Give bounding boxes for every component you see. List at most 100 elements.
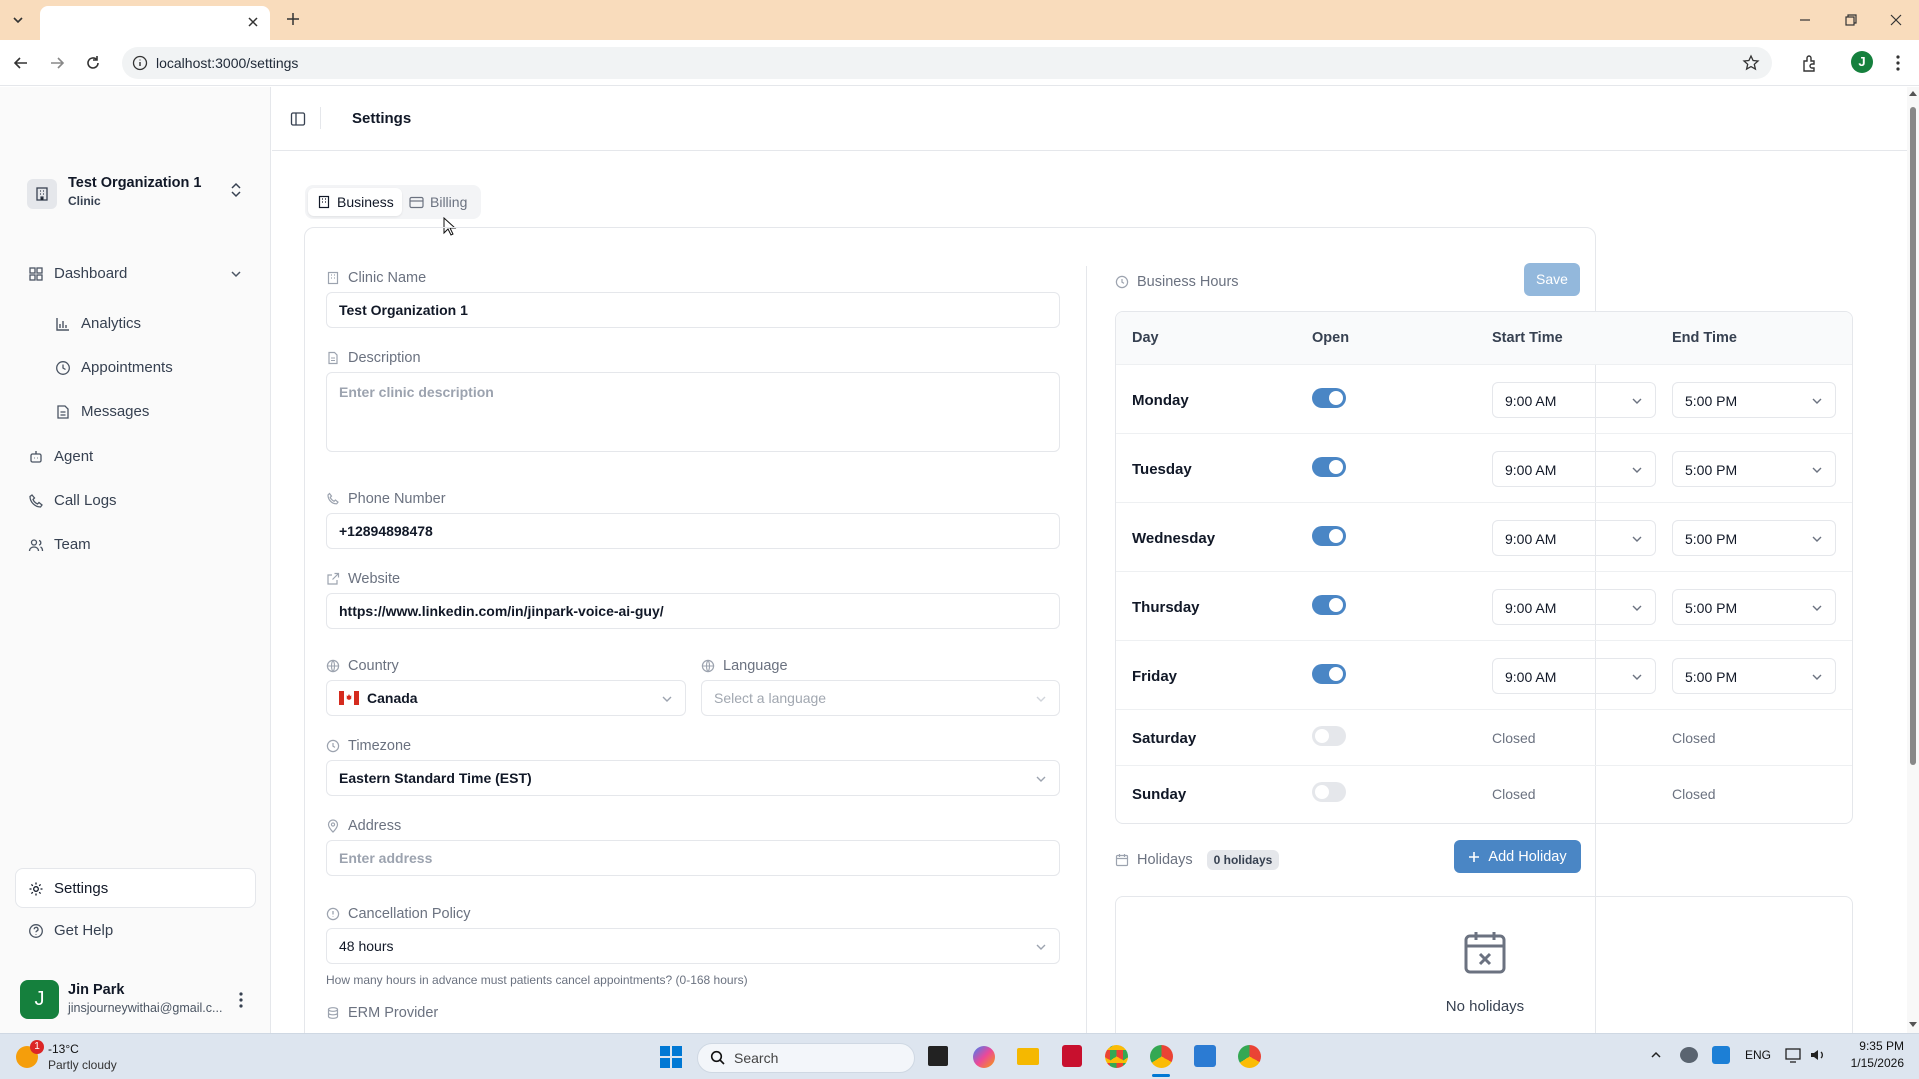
volume-icon[interactable] <box>1809 1047 1827 1063</box>
browser-menu-icon[interactable] <box>1888 53 1908 73</box>
sync-icon[interactable] <box>1712 1046 1730 1064</box>
timezone-select[interactable]: Eastern Standard Time (EST) <box>326 760 1060 796</box>
org-switcher[interactable]: Test Organization 1 Clinic <box>27 175 247 215</box>
tab-billing[interactable]: Billing <box>409 188 477 216</box>
start-time-select[interactable]: 9:00 AM <box>1492 451 1656 487</box>
nav-analytics[interactable]: Analytics <box>55 315 141 332</box>
start-time-select[interactable]: 9:00 AM <box>1492 520 1656 556</box>
end-time-select[interactable]: 5:00 PM <box>1672 451 1836 487</box>
end-time-select[interactable]: 5:00 PM <box>1672 589 1836 625</box>
business-settings-card: Clinic Name Test Organization 1 Descript… <box>304 227 1853 1047</box>
copilot-icon[interactable] <box>973 1046 995 1068</box>
open-toggle[interactable] <box>1312 595 1346 615</box>
restore-icon[interactable] <box>1843 12 1859 28</box>
website-input[interactable]: https://www.linkedin.com/in/jinpark-voic… <box>326 593 1060 629</box>
clock-time[interactable]: 9:35 PM <box>1842 1039 1904 1053</box>
chrome-icon[interactable] <box>1105 1045 1128 1068</box>
nav-dashboard[interactable]: Dashboard <box>28 265 243 282</box>
chrome-active-icon[interactable] <box>1150 1045 1173 1068</box>
end-time-select[interactable]: 5:00 PM <box>1672 520 1836 556</box>
forward-icon[interactable] <box>48 54 66 72</box>
nav-appointments[interactable]: Appointments <box>55 359 173 376</box>
close-window-icon[interactable] <box>1888 12 1904 28</box>
new-tab-icon[interactable] <box>284 10 302 28</box>
end-time-select[interactable]: 5:00 PM <box>1672 658 1836 694</box>
start-time-select[interactable]: 9:00 AM <box>1492 658 1656 694</box>
header-divider <box>320 107 321 129</box>
save-button[interactable]: Save <box>1524 263 1580 296</box>
end-time-select[interactable]: 5:00 PM <box>1672 382 1836 418</box>
org-name: Test Organization 1 <box>68 175 202 191</box>
page-scrollbar[interactable] <box>1907 87 1919 1033</box>
reload-icon[interactable] <box>84 54 102 72</box>
more-vertical-icon[interactable] <box>238 991 244 1009</box>
add-holiday-button[interactable]: Add Holiday <box>1454 840 1581 873</box>
address-input[interactable]: Enter address <box>326 840 1060 876</box>
start-time-select[interactable]: 9:00 AM <box>1492 382 1656 418</box>
clock-date[interactable]: 1/15/2026 <box>1838 1056 1904 1070</box>
open-toggle[interactable] <box>1312 457 1346 477</box>
day-name: Thursday <box>1132 599 1200 616</box>
browser-tab[interactable] <box>40 6 270 40</box>
chevron-down-icon <box>1812 605 1822 611</box>
chrome-profile-icon[interactable] <box>1238 1045 1261 1068</box>
weather-widget[interactable]: 1 -13°C Partly cloudy <box>16 1040 136 1074</box>
day-name: Monday <box>1132 392 1189 409</box>
scrollbar-thumb[interactable] <box>1910 107 1916 765</box>
cancellation-select[interactable]: 48 hours <box>326 928 1060 964</box>
col-start-time: Start Time <box>1492 330 1563 346</box>
site-info-icon[interactable] <box>132 55 148 71</box>
extensions-icon[interactable] <box>1800 53 1820 73</box>
sidebar-toggle-icon[interactable] <box>290 111 306 127</box>
nav-get-help[interactable]: Get Help <box>28 922 113 939</box>
file-explorer-icon[interactable] <box>1017 1048 1039 1065</box>
description-textarea[interactable]: Enter clinic description <box>326 372 1060 452</box>
tab-business[interactable]: Business <box>308 188 402 216</box>
language-indicator[interactable]: ENG <box>1745 1048 1771 1062</box>
open-toggle[interactable] <box>1312 664 1346 684</box>
profile-avatar[interactable]: J <box>1851 51 1873 73</box>
nav-messages[interactable]: Messages <box>55 403 149 420</box>
onedrive-icon[interactable] <box>1680 1047 1698 1063</box>
address-bar[interactable]: localhost:3000/settings <box>122 47 1772 79</box>
tray-chevron-up-icon[interactable] <box>1649 1048 1663 1062</box>
building-icon <box>27 179 57 209</box>
nav-call-logs[interactable]: Call Logs <box>28 492 117 509</box>
vscode-icon[interactable] <box>1194 1045 1216 1067</box>
close-tab-icon[interactable] <box>246 15 260 29</box>
network-icon[interactable] <box>1785 1047 1803 1063</box>
language-select[interactable]: Select a language <box>701 680 1060 716</box>
user-menu[interactable]: J Jin Park jinsjourneywithai@gmail.c... <box>20 978 260 1022</box>
start-time-select[interactable]: 9:00 AM <box>1492 589 1656 625</box>
back-icon[interactable] <box>12 54 30 72</box>
description-label: Description <box>326 350 421 366</box>
open-toggle[interactable] <box>1312 388 1346 408</box>
clinic-name-input[interactable]: Test Organization 1 <box>326 292 1060 328</box>
open-toggle[interactable] <box>1312 726 1346 746</box>
cancellation-value: 48 hours <box>339 938 394 954</box>
country-label-text: Country <box>348 658 399 674</box>
col-end-time: End Time <box>1672 330 1737 346</box>
globe-icon <box>701 659 715 673</box>
minimize-icon[interactable] <box>1797 12 1813 28</box>
phone-input[interactable]: +12894898478 <box>326 513 1060 549</box>
open-toggle[interactable] <box>1312 526 1346 546</box>
bookmark-star-icon[interactable] <box>1742 54 1760 72</box>
windows-start-icon[interactable] <box>659 1045 683 1069</box>
chevron-down-icon <box>1632 398 1642 404</box>
building-icon <box>318 195 330 209</box>
nav-team[interactable]: Team <box>28 536 91 553</box>
taskbar-search-label: Search <box>734 1050 779 1066</box>
nav-settings[interactable]: Settings <box>15 868 256 908</box>
org-type: Clinic <box>68 194 101 208</box>
globe-icon <box>326 659 340 673</box>
tab-list-chevron-icon[interactable] <box>8 10 28 30</box>
task-view-icon[interactable] <box>928 1046 948 1066</box>
mcafee-icon[interactable] <box>1062 1045 1082 1067</box>
country-select[interactable]: Canada <box>326 680 686 716</box>
open-toggle[interactable] <box>1312 782 1346 802</box>
holidays-title: Holidays <box>1137 852 1193 868</box>
document-icon <box>57 404 69 419</box>
taskbar-search[interactable]: Search <box>697 1043 915 1073</box>
nav-agent[interactable]: Agent <box>28 448 93 465</box>
